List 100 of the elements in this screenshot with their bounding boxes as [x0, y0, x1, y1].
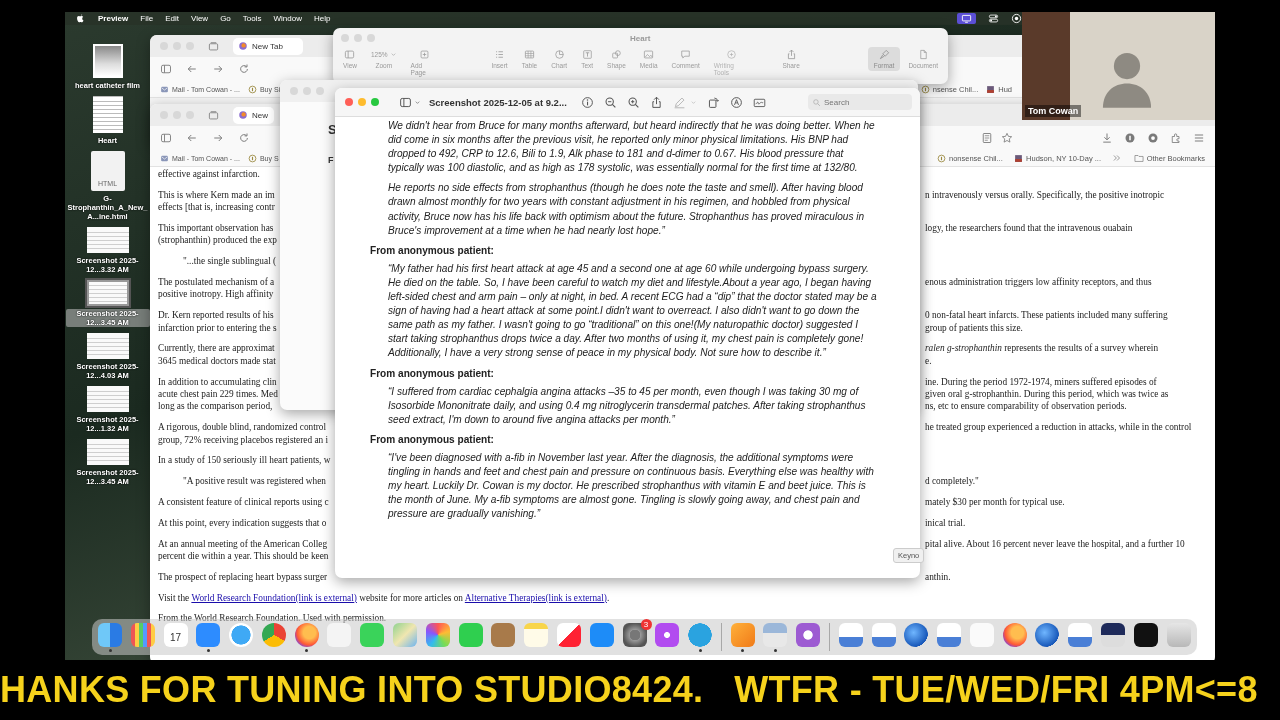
tab-overview-icon[interactable]: [208, 109, 219, 121]
search-field[interactable]: Search: [808, 94, 912, 110]
maximize-button[interactable]: [371, 98, 379, 106]
apple-menu-icon[interactable]: [75, 13, 86, 24]
article-text: effects [that is, increasing contr: [158, 201, 276, 214]
bookmark-favicon-icon: [986, 84, 996, 94]
article-text: (strophanthin) produced the exp: [158, 234, 279, 247]
rotate-icon[interactable]: [706, 95, 720, 109]
reload-icon[interactable]: [238, 132, 250, 144]
article-text: group of patients this size.: [925, 321, 1024, 334]
bookmark-favicon-icon: [160, 153, 169, 163]
menu-item[interactable]: Go: [220, 14, 231, 23]
more-bookmarks-icon[interactable]: [1112, 153, 1123, 163]
document-icon[interactable]: [1068, 622, 1093, 647]
menu-item[interactable]: File: [140, 14, 154, 23]
sidebar-icon[interactable]: [399, 95, 412, 109]
document-thumbnail[interactable]: [92, 96, 123, 133]
control-center-icon[interactable]: [988, 13, 999, 24]
close-button[interactable]: [345, 98, 353, 106]
download-icon[interactable]: [1101, 132, 1113, 144]
menu-item[interactable]: Window: [273, 14, 302, 23]
sidebar-icon[interactable]: [160, 63, 172, 75]
zoom-out-icon[interactable]: [603, 95, 617, 109]
reader-view-icon[interactable]: [981, 132, 993, 144]
reload-icon[interactable]: [238, 63, 250, 75]
share-icon[interactable]: [649, 95, 663, 109]
bookmark-favicon-icon: [920, 84, 930, 94]
article-text: Currently, there are approximat: [158, 342, 276, 355]
article-text: inical trial.: [925, 516, 967, 530]
menu-icon[interactable]: [1193, 132, 1205, 144]
screenshot-thumbnail[interactable]: [86, 386, 129, 412]
article-text: In a study of 150 seriously ill heart patients, w: [158, 454, 332, 467]
screenshot-thumbnail[interactable]: [86, 227, 129, 253]
article-text: At an annual meeting of the American Colleg: [158, 537, 329, 550]
forward-arrow-icon[interactable]: [212, 63, 224, 75]
article-text: effective against infarction.: [158, 168, 261, 181]
tab-overview-icon[interactable]: [208, 40, 219, 52]
article-text: At this point, every indication suggests that o: [158, 516, 328, 530]
article-text: This important observation has: [158, 222, 275, 235]
article-text: mately $30 per month for typical use.: [925, 496, 1066, 509]
forward-arrow-icon[interactable]: [212, 132, 224, 144]
article-text: logy, the researchers found that the intravenous ouabain: [925, 222, 1134, 235]
photo-thumbnail[interactable]: [92, 44, 123, 78]
article-text: group, 72% receiving placebos registered an i: [158, 433, 330, 447]
article-text: From the World Research Foundation. Used with permission.: [158, 612, 387, 625]
puzzle-icon[interactable]: [1170, 132, 1182, 144]
caret-icon[interactable]: [414, 98, 421, 106]
globe-icon[interactable]: [1035, 622, 1060, 647]
screenshot-thumbnail[interactable]: [86, 333, 129, 359]
sidebar-icon[interactable]: [160, 132, 172, 144]
pie-chart-icon: [553, 49, 565, 60]
menu-item[interactable]: Tools: [242, 14, 262, 23]
globe-icon: [238, 110, 248, 120]
menu-item[interactable]: Preview: [98, 14, 129, 23]
article-text: This is where Kern made an im: [158, 188, 276, 202]
globe-icon[interactable]: [904, 622, 929, 647]
markup-icon[interactable]: [729, 95, 743, 109]
text-link[interactable]: Alternative Therapies(link is external): [464, 592, 607, 603]
share-icon: [785, 49, 797, 60]
article-text: infarction prior to entering the s: [158, 321, 278, 334]
caret-icon: [389, 51, 397, 58]
article-text: given oral g-strophanthin. During this period, which was twice as: [925, 388, 1170, 401]
screenshot-thumbnail[interactable]: [86, 280, 129, 306]
screenshot-thumbnail[interactable]: [86, 439, 129, 465]
document-icon: [917, 49, 929, 60]
article-text: "...the single sublingual (: [182, 255, 278, 268]
menu-item[interactable]: Edit: [165, 14, 179, 23]
search-icon: [812, 97, 821, 107]
article-text: A rigorous, double blind, randomized control: [158, 421, 328, 434]
thumbnail-icon[interactable]: [1101, 622, 1125, 647]
extension-circle-icon[interactable]: [1147, 132, 1159, 144]
focus-icon[interactable]: [1011, 13, 1022, 24]
shapes-icon: [610, 49, 622, 60]
text-box-icon: [581, 49, 593, 60]
article-text: The prospect of replacing heart bypass surger: [158, 570, 329, 584]
browser-tab[interactable]: New Tab: [233, 37, 303, 55]
back-arrow-icon[interactable]: [186, 63, 198, 75]
section-heading: From anonymous patient:: [370, 366, 495, 381]
menu-item[interactable]: View: [190, 14, 209, 23]
minimize-button[interactable]: [358, 98, 366, 106]
article-text: n intravenously versus orally. Specifically, the positive inotropic: [925, 188, 1166, 202]
document-icon[interactable]: [937, 622, 962, 647]
article-text: "A positive result was registered when: [182, 475, 327, 488]
browser-tab[interactable]: New: [233, 106, 274, 124]
screen-sharing-button[interactable]: [957, 13, 976, 24]
bookmark-star-icon[interactable]: [1001, 132, 1013, 144]
menu-item[interactable]: Help: [313, 14, 331, 23]
bookmark-favicon-icon: [1014, 153, 1024, 163]
extension-circle-icon[interactable]: [1124, 132, 1136, 144]
article-text: anthin.: [925, 570, 952, 584]
article-text: long as the comparison period,: [158, 400, 274, 413]
article-text: ine. During the period 1972-1974, miners suffered episodes of: [925, 375, 1158, 388]
back-arrow-icon[interactable]: [186, 132, 198, 144]
bookmark-favicon-icon: [247, 84, 257, 94]
text-link[interactable]: World Research Foundation(link is external): [191, 592, 357, 603]
article-text: pital alive. About 16 percent never leave the hospital, and a further 10: [925, 537, 1186, 550]
info-icon[interactable]: [580, 95, 594, 109]
zoom-in-icon[interactable]: [626, 95, 640, 109]
app-grid-icon[interactable]: [130, 622, 155, 647]
article-text: 0 non-fatal heart infarcts. These patients included many suffering: [925, 309, 1169, 322]
